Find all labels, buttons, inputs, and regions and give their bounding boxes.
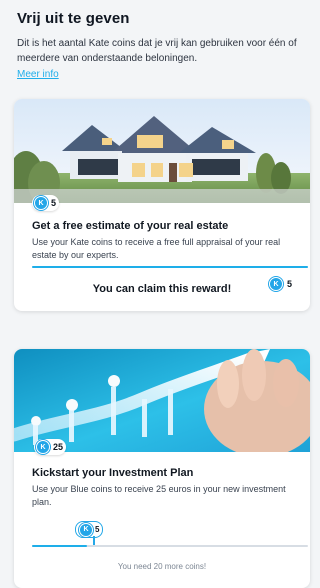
reward-title: Kickstart your Investment Plan — [32, 467, 194, 479]
reward-progress-fill — [32, 545, 88, 547]
reward-progress-bar — [32, 266, 308, 268]
reward-cost-badge: K 25 — [34, 439, 67, 455]
progress-marker: K 5 — [75, 521, 104, 538]
progress-value: 5 — [95, 525, 100, 534]
k-coin-icon: K — [34, 196, 48, 210]
page-title: Vrij uit te geven — [17, 10, 130, 27]
k-coin-icon: K — [36, 440, 50, 454]
more-info-link[interactable]: Meer info — [17, 69, 59, 81]
reward-title: Get a free estimate of your real estate — [32, 220, 229, 232]
investment-image — [14, 349, 310, 452]
reward-description: Use your Kate coins to receive a free fu… — [32, 237, 281, 260]
reward-cost: 25 — [53, 442, 64, 452]
reward-card-investment[interactable]: K 25 Kickstart your Investment Plan Use … — [14, 349, 310, 588]
real-estate-image — [14, 99, 310, 203]
claim-status[interactable]: You can claim this reward! — [14, 283, 310, 295]
reward-cost: 5 — [51, 198, 57, 208]
reward-card-real-estate[interactable]: K 5 Get a free estimate of your real est… — [14, 99, 310, 311]
reward-cost-badge: K 5 — [32, 195, 60, 211]
page-description: Dit is het aantal Kate coins dat je vrij… — [17, 38, 297, 64]
reward-progress-bar — [32, 545, 308, 547]
reward-description: Use your Blue coins to receive 25 euros … — [32, 484, 286, 507]
needed-coins-status: You need 20 more coins! — [117, 562, 207, 571]
rewards-screen: Vrij uit te geven Dit is het aantal Kate… — [0, 0, 310, 588]
k-coin-icon: K — [79, 522, 93, 537]
reward-progress-fill — [32, 266, 308, 268]
